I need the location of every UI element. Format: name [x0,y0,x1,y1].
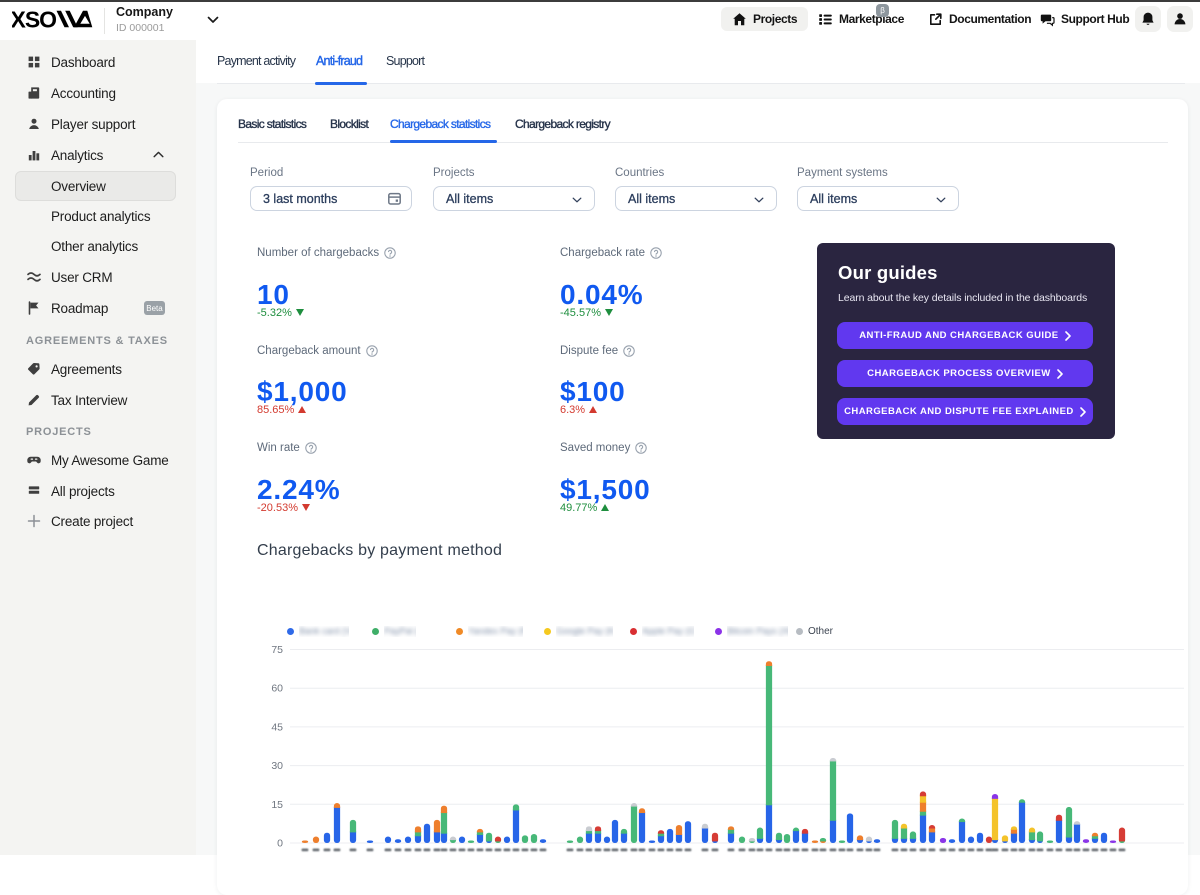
svg-text:30: 30 [271,760,283,772]
svg-text:45: 45 [271,721,283,733]
svg-text:0: 0 [277,838,283,850]
svg-text:XSO: XSO [12,10,56,28]
svg-text:15: 15 [271,799,283,811]
svg-text:75: 75 [271,644,283,656]
svg-text:60: 60 [271,683,283,695]
